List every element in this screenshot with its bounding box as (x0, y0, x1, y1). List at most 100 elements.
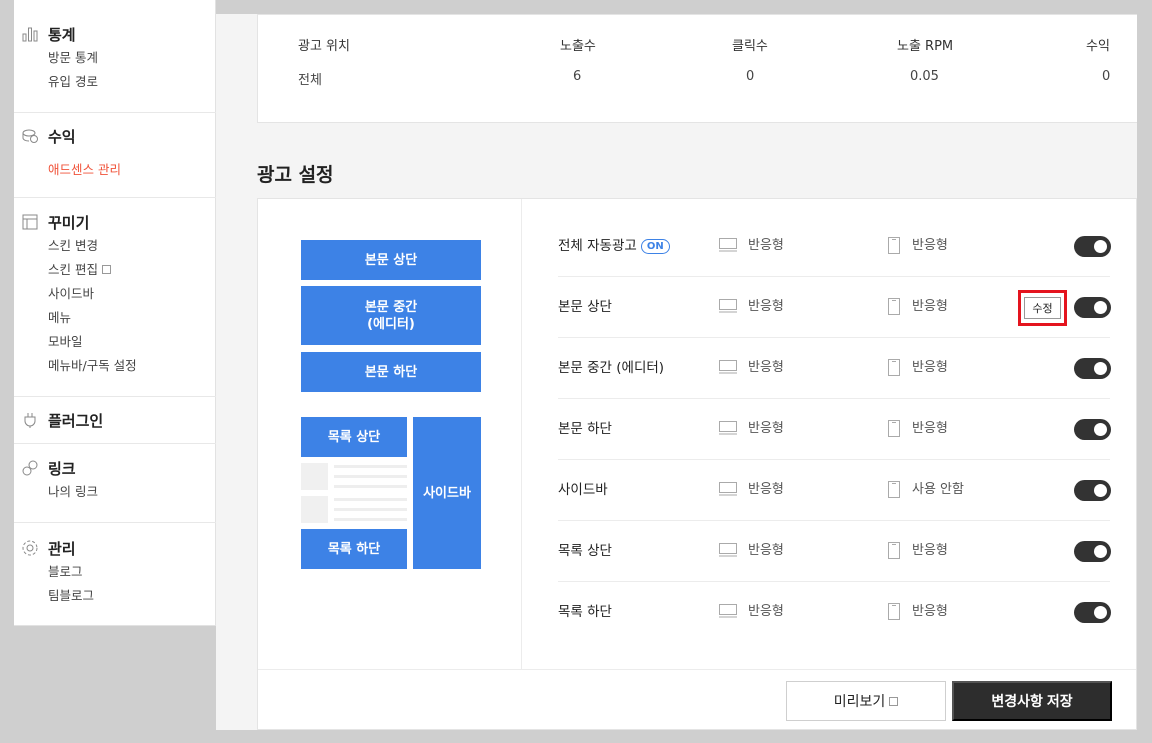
desktop-icon (719, 238, 737, 252)
gear-icon (20, 538, 40, 558)
sidebar-item-my-link[interactable]: 나의 링크 (14, 480, 216, 504)
mobile-icon (888, 420, 900, 437)
desktop-icon (719, 360, 737, 374)
mobile-type: 반응형 (912, 543, 948, 558)
sidebar-item-visit-stats[interactable]: 방문 통계 (14, 46, 216, 70)
ad-slot-name: 본문 중간 (에디터) (558, 360, 665, 376)
edit-highlight: 수정 (1018, 290, 1067, 326)
mobile-type: 반응형 (912, 604, 948, 619)
ad-slot-name-text: 전체 자동광고 (558, 238, 637, 254)
ad-slot-toggle[interactable] (1074, 480, 1111, 501)
desktop-icon (719, 604, 737, 618)
pc-type: 반응형 (748, 421, 784, 436)
preview-list-line (334, 508, 407, 511)
sidebar-head-revenue[interactable]: 수익 (14, 124, 216, 148)
mobile-icon (888, 359, 900, 376)
ad-slot-row-body-middle: 본문 중간 (에디터) 반응형 반응형 (558, 338, 1111, 399)
sidebar-item-menubar[interactable]: 메뉴바/구독 설정 (14, 354, 216, 378)
preview-list-thumb (301, 463, 328, 490)
mobile-icon (888, 542, 900, 559)
sidebar-head-manage[interactable]: 관리 (14, 536, 216, 560)
col-header-impressions: 노출수 (560, 39, 596, 54)
preview-block-top: 본문 상단 (301, 240, 481, 280)
preview-block-middle: 본문 중간 (에디터) (301, 286, 481, 345)
on-badge: ON (640, 238, 670, 254)
sidebar-title-plugin: 플러그인 (48, 411, 104, 430)
preview-list-line (334, 475, 407, 478)
sidebar-head-link[interactable]: 링크 (14, 456, 216, 480)
sidebar-item-referrer[interactable]: 유입 경로 (14, 70, 216, 94)
preview-block-sidebar: 사이드바 (413, 417, 481, 569)
ad-slot-row-list-bottom: 목록 하단 반응형 반응형 (558, 582, 1111, 643)
sidebar-item-skin-edit[interactable]: 스킨 편집 (14, 258, 216, 282)
sidebar-title-decorate: 꾸미기 (48, 213, 90, 232)
edit-button[interactable]: 수정 (1024, 297, 1061, 319)
sidebar-head-plugin[interactable]: 플러그인 (14, 408, 216, 432)
sidebar-title-manage: 관리 (48, 539, 76, 558)
sidebar-item-blog[interactable]: 블로그 (14, 560, 216, 584)
cell-rpm: 0.05 (910, 69, 939, 84)
sidebar-title-stats: 통계 (48, 25, 76, 44)
preview-list-line (334, 465, 407, 468)
ad-slot-toggle[interactable] (1074, 419, 1111, 440)
preview-block-list-bottom: 목록 하단 (301, 529, 407, 569)
sidebar-title-link: 링크 (48, 459, 76, 478)
overlay-top-strip (216, 0, 1152, 14)
ad-slot-toggle[interactable] (1074, 358, 1111, 379)
mobile-type: 사용 안함 (912, 482, 964, 497)
ad-slot-name: 목록 하단 (558, 604, 612, 620)
ad-slot-row-sidebar: 사이드바 반응형 사용 안함 (558, 460, 1111, 521)
preview-middle-line1: 본문 중간 (364, 299, 418, 315)
mobile-icon (888, 603, 900, 620)
col-header-clicks: 클릭수 (732, 39, 768, 54)
ad-slot-name: 전체 자동광고 ON (558, 216, 670, 276)
sidebar-group-manage: 관리 블로그 팀블로그 (14, 523, 216, 625)
ad-slot-toggle[interactable] (1074, 602, 1111, 623)
pc-type: 반응형 (748, 360, 784, 375)
sidebar-item-menu[interactable]: 메뉴 (14, 306, 216, 330)
ad-slot-toggle[interactable] (1074, 236, 1111, 257)
col-header-rpm: 노출 RPM (897, 39, 954, 54)
link-icon (20, 458, 40, 478)
ad-slot-name: 목록 상단 (558, 543, 612, 559)
preview-list-line (334, 485, 407, 488)
ad-slot-name: 본문 하단 (558, 421, 612, 437)
ad-slot-toggle[interactable] (1074, 541, 1111, 562)
desktop-icon (719, 543, 737, 557)
mobile-icon (888, 298, 900, 315)
preview-block-list-top: 목록 상단 (301, 417, 407, 457)
save-changes-button[interactable]: 변경사항 저장 (952, 681, 1112, 721)
pc-type: 반응형 (748, 543, 784, 558)
sidebar-item-team-blog[interactable]: 팀블로그 (14, 584, 216, 608)
ad-slot-toggle[interactable] (1074, 297, 1111, 318)
ad-slot-name: 사이드바 (558, 482, 608, 498)
ad-slot-name: 본문 상단 (558, 299, 612, 315)
mobile-icon (888, 481, 900, 498)
cell-clicks: 0 (746, 69, 755, 84)
external-link-icon (889, 696, 899, 706)
sidebar-head-decorate[interactable]: 꾸미기 (14, 210, 216, 234)
sidebar-item-skin-change[interactable]: 스킨 변경 (14, 234, 216, 258)
sidebar-item-mobile[interactable]: 모바일 (14, 330, 216, 354)
ad-slot-row-list-top: 목록 상단 반응형 반응형 (558, 521, 1111, 582)
preview-block-bottom: 본문 하단 (301, 352, 481, 392)
sidebar-head-stats[interactable]: 통계 (14, 22, 216, 46)
sidebar-item-adsense[interactable]: 애드센스 관리 (14, 158, 216, 182)
preview-button-label: 미리보기 (833, 693, 886, 709)
col-header-position: 광고 위치 (298, 39, 350, 54)
skin-edit-label: 스킨 편집 (48, 262, 98, 277)
preview-list-line (334, 518, 407, 521)
ad-slot-row-body-top: 본문 상단 반응형 반응형 수정 (558, 277, 1111, 338)
mobile-icon (888, 237, 900, 254)
mobile-type: 반응형 (912, 360, 948, 375)
preview-button[interactable]: 미리보기 (786, 681, 946, 721)
pc-type: 반응형 (748, 482, 784, 497)
sidebar-group-stats: 통계 방문 통계 유입 경로 (14, 22, 216, 113)
desktop-icon (719, 482, 737, 496)
overlay-right-strip (1137, 0, 1152, 743)
sidebar-item-sidebar[interactable]: 사이드바 (14, 282, 216, 306)
ad-slot-row-body-bottom: 본문 하단 반응형 반응형 (558, 399, 1111, 460)
footer-divider (258, 669, 1136, 670)
cell-impressions: 6 (573, 69, 582, 84)
ad-position-preview: 본문 상단 본문 중간 (에디터) 본문 하단 목록 상단 목록 하단 사이드바 (258, 199, 522, 669)
